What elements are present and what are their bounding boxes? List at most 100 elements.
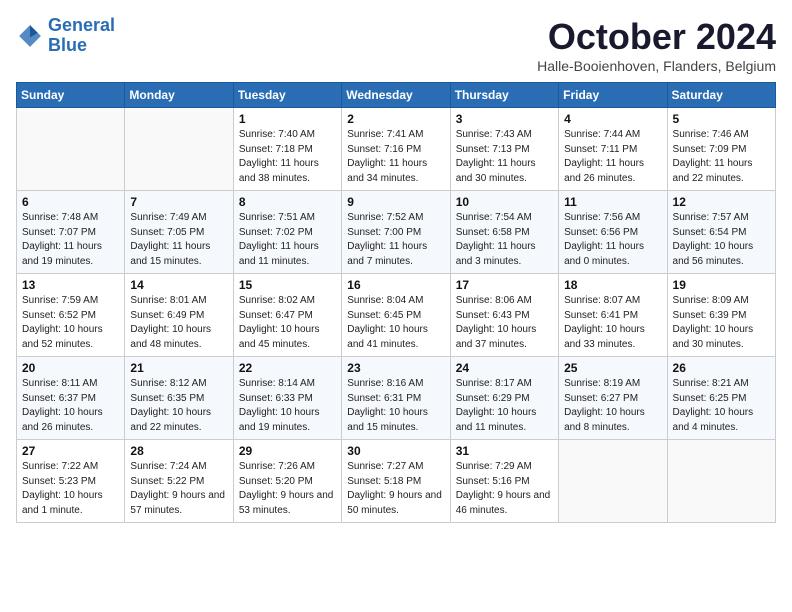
day-number: 13 — [22, 278, 119, 292]
title-block: October 2024 Halle-Booienhoven, Flanders… — [537, 16, 776, 74]
calendar-cell — [667, 440, 775, 523]
calendar-cell: 13 Sunrise: 7:59 AMSunset: 6:52 PMDayligh… — [17, 274, 125, 357]
day-number: 17 — [456, 278, 553, 292]
day-number: 1 — [239, 112, 336, 126]
logo: General Blue — [16, 16, 115, 56]
calendar-cell: 11 Sunrise: 7:56 AMSunset: 6:56 PMDayligh… — [559, 191, 667, 274]
location-subtitle: Halle-Booienhoven, Flanders, Belgium — [537, 58, 776, 74]
day-info: Sunrise: 8:11 AMSunset: 6:37 PMDaylight:… — [22, 377, 119, 435]
day-number: 19 — [673, 278, 770, 292]
day-info: Sunrise: 7:48 AMSunset: 7:07 PMDaylight:… — [22, 211, 119, 269]
day-number: 2 — [347, 112, 444, 126]
calendar-cell: 5 Sunrise: 7:46 AMSunset: 7:09 PMDaylight… — [667, 108, 775, 191]
calendar-cell — [17, 108, 125, 191]
calendar-cell: 30 Sunrise: 7:27 AMSunset: 5:18 PMDayligh… — [342, 440, 450, 523]
day-info: Sunrise: 7:43 AMSunset: 7:13 PMDaylight:… — [456, 128, 553, 186]
day-info: Sunrise: 8:07 AMSunset: 6:41 PMDaylight:… — [564, 294, 661, 352]
calendar-cell: 24Sunrise: 8:17 AMSunset: 6:29 PMDayligh… — [450, 357, 558, 440]
day-info: Sunrise: 7:27 AMSunset: 5:18 PMDaylight:… — [347, 460, 444, 518]
day-number: 3 — [456, 112, 553, 126]
day-info: Sunrise: 7:59 AMSunset: 6:52 PMDaylight:… — [22, 294, 119, 352]
day-number: 27 — [22, 444, 119, 458]
day-number: 25 — [564, 361, 661, 375]
day-number: 8 — [239, 195, 336, 209]
calendar-cell: 2 Sunrise: 7:41 AMSunset: 7:16 PMDaylight… — [342, 108, 450, 191]
day-number: 9 — [347, 195, 444, 209]
calendar-cell: 18 Sunrise: 8:07 AMSunset: 6:41 PMDayligh… — [559, 274, 667, 357]
day-info: Sunrise: 8:09 AMSunset: 6:39 PMDaylight:… — [673, 294, 770, 352]
calendar-cell: 15Sunrise: 8:02 AMSunset: 6:47 PMDayligh… — [233, 274, 341, 357]
weekday-header-row: SundayMondayTuesdayWednesdayThursdayFrid… — [17, 83, 776, 108]
calendar-cell: 28 Sunrise: 7:24 AMSunset: 5:22 PMDayligh… — [125, 440, 233, 523]
day-number: 12 — [673, 195, 770, 209]
day-info: Sunrise: 7:56 AMSunset: 6:56 PMDaylight:… — [564, 211, 661, 269]
day-number: 29 — [239, 444, 336, 458]
calendar-cell: 22Sunrise: 8:14 AMSunset: 6:33 PMDayligh… — [233, 357, 341, 440]
calendar-week-row: 1 Sunrise: 7:40 AMSunset: 7:18 PMDaylight… — [17, 108, 776, 191]
calendar-cell: 20 Sunrise: 8:11 AMSunset: 6:37 PMDayligh… — [17, 357, 125, 440]
calendar-cell: 1 Sunrise: 7:40 AMSunset: 7:18 PMDaylight… — [233, 108, 341, 191]
day-number: 20 — [22, 361, 119, 375]
day-info: Sunrise: 8:14 AMSunset: 6:33 PMDaylight:… — [239, 377, 336, 435]
page-header: General Blue October 2024 Halle-Booienho… — [16, 16, 776, 74]
calendar-cell: 23 Sunrise: 8:16 AMSunset: 6:31 PMDayligh… — [342, 357, 450, 440]
day-number: 23 — [347, 361, 444, 375]
day-number: 31 — [456, 444, 553, 458]
weekday-header-cell: Saturday — [667, 83, 775, 108]
day-info: Sunrise: 7:24 AMSunset: 5:22 PMDaylight:… — [130, 460, 227, 518]
day-info: Sunrise: 8:16 AMSunset: 6:31 PMDaylight:… — [347, 377, 444, 435]
weekday-header-cell: Thursday — [450, 83, 558, 108]
calendar-cell: 6 Sunrise: 7:48 AMSunset: 7:07 PMDaylight… — [17, 191, 125, 274]
day-number: 4 — [564, 112, 661, 126]
calendar-cell: 27 Sunrise: 7:22 AMSunset: 5:23 PMDayligh… — [17, 440, 125, 523]
day-number: 18 — [564, 278, 661, 292]
calendar-cell — [559, 440, 667, 523]
day-info: Sunrise: 7:41 AMSunset: 7:16 PMDaylight:… — [347, 128, 444, 186]
day-info: Sunrise: 8:02 AMSunset: 6:47 PMDaylight:… — [239, 294, 336, 352]
weekday-header-cell: Sunday — [17, 83, 125, 108]
day-info: Sunrise: 8:19 AMSunset: 6:27 PMDaylight:… — [564, 377, 661, 435]
day-info: Sunrise: 7:54 AMSunset: 6:58 PMDaylight:… — [456, 211, 553, 269]
day-number: 11 — [564, 195, 661, 209]
calendar-cell: 16 Sunrise: 8:04 AMSunset: 6:45 PMDayligh… — [342, 274, 450, 357]
month-title: October 2024 — [537, 16, 776, 58]
weekday-header-cell: Tuesday — [233, 83, 341, 108]
day-number: 10 — [456, 195, 553, 209]
day-number: 14 — [130, 278, 227, 292]
day-number: 6 — [22, 195, 119, 209]
calendar-cell — [125, 108, 233, 191]
calendar-cell: 25 Sunrise: 8:19 AMSunset: 6:27 PMDayligh… — [559, 357, 667, 440]
day-info: Sunrise: 7:57 AMSunset: 6:54 PMDaylight:… — [673, 211, 770, 269]
weekday-header-cell: Friday — [559, 83, 667, 108]
calendar-cell: 7Sunrise: 7:49 AMSunset: 7:05 PMDaylight… — [125, 191, 233, 274]
calendar-cell: 29 Sunrise: 7:26 AMSunset: 5:20 PMDayligh… — [233, 440, 341, 523]
calendar-week-row: 13 Sunrise: 7:59 AMSunset: 6:52 PMDayligh… — [17, 274, 776, 357]
day-info: Sunrise: 8:12 AMSunset: 6:35 PMDaylight:… — [130, 377, 227, 435]
calendar-cell: 14Sunrise: 8:01 AMSunset: 6:49 PMDayligh… — [125, 274, 233, 357]
day-number: 16 — [347, 278, 444, 292]
calendar-body: 1 Sunrise: 7:40 AMSunset: 7:18 PMDaylight… — [17, 108, 776, 523]
day-info: Sunrise: 7:52 AMSunset: 7:00 PMDaylight:… — [347, 211, 444, 269]
day-info: Sunrise: 8:04 AMSunset: 6:45 PMDaylight:… — [347, 294, 444, 352]
calendar-cell: 3 Sunrise: 7:43 AMSunset: 7:13 PMDaylight… — [450, 108, 558, 191]
day-info: Sunrise: 8:06 AMSunset: 6:43 PMDaylight:… — [456, 294, 553, 352]
calendar-week-row: 6 Sunrise: 7:48 AMSunset: 7:07 PMDaylight… — [17, 191, 776, 274]
day-info: Sunrise: 7:29 AMSunset: 5:16 PMDaylight:… — [456, 460, 553, 518]
day-info: Sunrise: 7:22 AMSunset: 5:23 PMDaylight:… — [22, 460, 119, 518]
calendar-cell: 4Sunrise: 7:44 AMSunset: 7:11 PMDaylight… — [559, 108, 667, 191]
calendar-table: SundayMondayTuesdayWednesdayThursdayFrid… — [16, 82, 776, 523]
day-info: Sunrise: 7:46 AMSunset: 7:09 PMDaylight:… — [673, 128, 770, 186]
calendar-cell: 12 Sunrise: 7:57 AMSunset: 6:54 PMDayligh… — [667, 191, 775, 274]
logo-icon — [16, 22, 44, 50]
day-info: Sunrise: 7:26 AMSunset: 5:20 PMDaylight:… — [239, 460, 336, 518]
day-info: Sunrise: 7:40 AMSunset: 7:18 PMDaylight:… — [239, 128, 336, 186]
calendar-cell: 21Sunrise: 8:12 AMSunset: 6:35 PMDayligh… — [125, 357, 233, 440]
day-number: 28 — [130, 444, 227, 458]
day-number: 5 — [673, 112, 770, 126]
calendar-cell: 31 Sunrise: 7:29 AMSunset: 5:16 PMDayligh… — [450, 440, 558, 523]
day-info: Sunrise: 7:49 AMSunset: 7:05 PMDaylight:… — [130, 211, 227, 269]
day-info: Sunrise: 8:17 AMSunset: 6:29 PMDaylight:… — [456, 377, 553, 435]
calendar-cell: 9 Sunrise: 7:52 AMSunset: 7:00 PMDaylight… — [342, 191, 450, 274]
calendar-week-row: 27 Sunrise: 7:22 AMSunset: 5:23 PMDayligh… — [17, 440, 776, 523]
day-number: 30 — [347, 444, 444, 458]
